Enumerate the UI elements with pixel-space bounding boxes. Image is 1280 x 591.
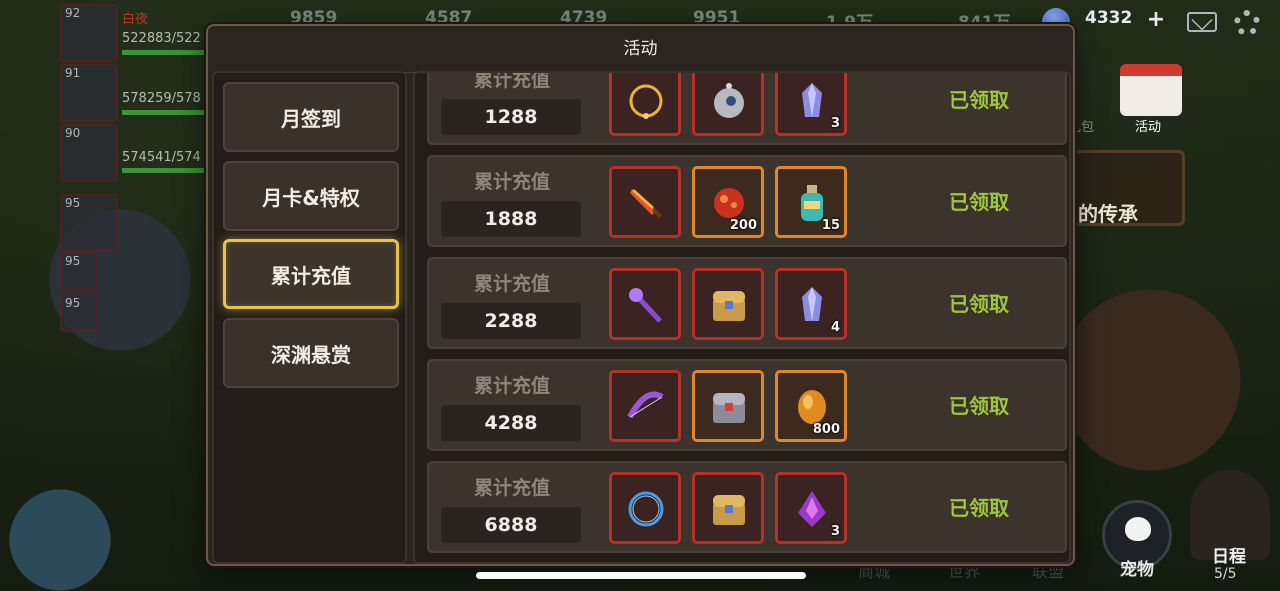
reward-item[interactable] <box>692 472 764 544</box>
activity-modal: 活动 月签到 月卡&特权 累计充值 深渊悬赏 累计充值 1288 3 已领取 累… <box>206 24 1075 566</box>
crystal-icon <box>802 83 822 117</box>
row-title: 累计充值 <box>473 477 550 499</box>
item-quantity: 4 <box>830 320 840 335</box>
claimed-status: 已领取 <box>949 496 1009 520</box>
hero-hp-bar <box>122 110 212 115</box>
hero-hp: 578259/578 <box>122 91 201 106</box>
robot-pet-icon <box>714 83 744 118</box>
purple-bow-icon <box>627 391 664 419</box>
hero-hp: 574541/574 <box>122 150 201 165</box>
reward-item[interactable] <box>609 370 681 442</box>
activity-label: 活动 <box>1135 120 1162 135</box>
settings-gear-icon[interactable] <box>1234 10 1260 36</box>
amber-gem-icon <box>798 390 826 424</box>
reward-item[interactable]: 3 <box>775 73 847 136</box>
reward-row: 累计充值 6888 3 已领取 <box>427 461 1067 553</box>
hero-portrait[interactable]: 95 <box>60 294 98 332</box>
red-orb-icon <box>714 188 744 218</box>
hero-portrait[interactable]: 90 <box>60 124 118 182</box>
paw-icon <box>1125 517 1151 541</box>
row-title: 累计充值 <box>473 171 550 193</box>
row-amount: 1288 <box>441 99 581 135</box>
reward-item[interactable] <box>692 268 764 340</box>
blue-ring-icon <box>628 491 664 527</box>
reward-row: 累计充值 2288 4 已领取 <box>427 257 1067 349</box>
reward-item[interactable]: 4 <box>775 268 847 340</box>
item-quantity: 3 <box>830 116 840 131</box>
add-diamond-button[interactable]: + <box>1146 9 1166 31</box>
row-title: 累计充值 <box>473 71 550 91</box>
treasure-chest-icon <box>713 291 745 321</box>
row-amount: 6888 <box>441 507 581 543</box>
home-indicator[interactable] <box>476 572 806 579</box>
pet-label: 宠物 <box>1120 560 1154 580</box>
hero-portrait[interactable]: 95 <box>60 194 118 252</box>
tab-cumulative-recharge[interactable]: 累计充值 <box>223 239 399 309</box>
tab-monthly-card[interactable]: 月卡&特权 <box>223 161 399 231</box>
legacy-banner-text: 的传承 <box>1078 202 1138 226</box>
hero-name: 白夜 <box>122 12 149 27</box>
item-quantity: 15 <box>821 218 840 233</box>
mail-icon[interactable] <box>1187 12 1217 32</box>
schedule-count: 5/5 <box>1214 566 1237 582</box>
claimed-status: 已领取 <box>949 88 1009 112</box>
item-quantity: 200 <box>729 218 757 233</box>
reward-item[interactable] <box>609 268 681 340</box>
purple-staff-icon <box>629 288 662 323</box>
reward-row: 累计充值 1288 3 已领取 <box>427 71 1067 145</box>
reward-row: 累计充值 1888 200 15 已领取 <box>427 155 1067 247</box>
hero-portrait[interactable]: 92 <box>60 4 118 62</box>
reward-item[interactable] <box>692 73 764 136</box>
reward-item[interactable]: 200 <box>692 166 764 238</box>
activity-calendar-icon[interactable] <box>1120 64 1182 116</box>
hero-hp-bar <box>122 50 212 55</box>
potion-bottle-icon <box>801 185 823 221</box>
purple-potion-icon <box>798 491 826 527</box>
reward-item[interactable] <box>609 472 681 544</box>
crystal-icon <box>802 287 822 321</box>
treasure-chest-icon <box>713 495 745 525</box>
item-quantity: 800 <box>812 422 840 437</box>
claimed-status: 已领取 <box>949 292 1009 316</box>
reward-item[interactable]: 3 <box>775 472 847 544</box>
modal-title: 活动 <box>623 39 658 59</box>
reward-item[interactable]: 15 <box>775 166 847 238</box>
claimed-status: 已领取 <box>949 190 1009 214</box>
row-title: 累计充值 <box>473 273 550 295</box>
hero-hp-bar <box>122 168 212 173</box>
silver-chest-icon <box>713 393 745 423</box>
reward-list[interactable]: 累计充值 1288 3 已领取 累计充值 1888 200 15 已领取 累计充… <box>413 71 1071 564</box>
hero-hp: 522883/522 <box>122 31 201 46</box>
row-amount: 2288 <box>441 303 581 339</box>
diamond-count: 4332 <box>1085 8 1133 28</box>
activity-tab-list: 月签到 月卡&特权 累计充值 深渊悬赏 <box>212 71 407 564</box>
reward-row: 累计充值 4288 800 已领取 <box>427 359 1067 451</box>
flame-sword-icon <box>630 189 662 218</box>
reward-item[interactable] <box>609 73 681 136</box>
row-amount: 1888 <box>441 201 581 237</box>
tab-monthly-checkin[interactable]: 月签到 <box>223 82 399 152</box>
tab-abyss-bounty[interactable]: 深渊悬赏 <box>223 318 399 388</box>
reward-item[interactable] <box>692 370 764 442</box>
reward-item[interactable]: 800 <box>775 370 847 442</box>
row-title: 累计充值 <box>473 375 550 397</box>
reward-item[interactable] <box>609 166 681 238</box>
claimed-status: 已领取 <box>949 394 1009 418</box>
item-quantity: 3 <box>830 524 840 539</box>
schedule-label: 日程 <box>1212 547 1246 567</box>
hero-portrait[interactable]: 91 <box>60 64 118 122</box>
hero-portrait[interactable]: 95 <box>60 252 98 290</box>
row-amount: 4288 <box>441 405 581 441</box>
gold-ring-icon <box>629 84 663 119</box>
